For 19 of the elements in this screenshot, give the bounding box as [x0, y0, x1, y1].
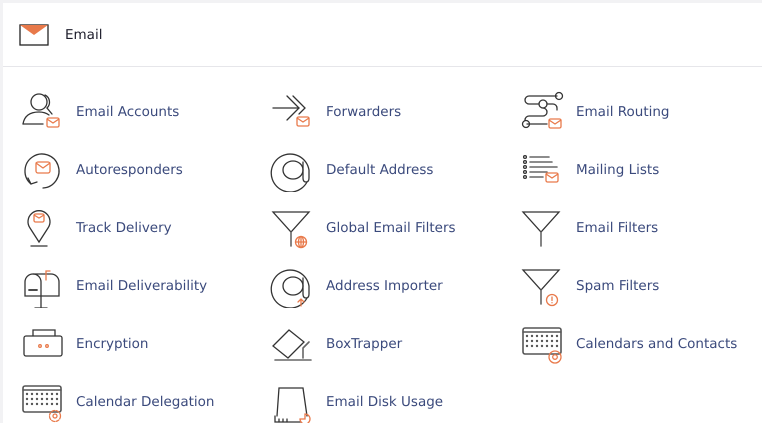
tool-link[interactable]: Email Accounts	[19, 83, 269, 141]
tool-link[interactable]: Global Email Filters	[269, 199, 519, 257]
tool-link[interactable]: Encryption	[19, 315, 269, 373]
tool-link[interactable]: Autoresponders	[19, 141, 269, 199]
tool-link[interactable]: Spam Filters	[519, 257, 762, 315]
tool-link[interactable]: Email Routing	[519, 83, 762, 141]
tool-link[interactable]: Calendar Delegation	[19, 373, 269, 423]
tool-link[interactable]: Forwarders	[269, 83, 519, 141]
panel-title: Email	[65, 26, 102, 42]
tool-link[interactable]: Email Deliverability	[19, 257, 269, 315]
tool-link[interactable]: Default Address	[269, 141, 519, 199]
tool-link[interactable]: Email Filters	[519, 199, 762, 257]
envelope-icon	[19, 24, 49, 46]
tool-link[interactable]: Track Delivery	[19, 199, 269, 257]
tool-link[interactable]: Calendars and Contacts	[519, 315, 762, 373]
tool-link[interactable]: Email Disk Usage	[269, 373, 519, 423]
tool-link[interactable]: Address Importer	[269, 257, 519, 315]
tool-link[interactable]: Mailing Lists	[519, 141, 762, 199]
tool-link[interactable]: BoxTrapper	[269, 315, 519, 373]
